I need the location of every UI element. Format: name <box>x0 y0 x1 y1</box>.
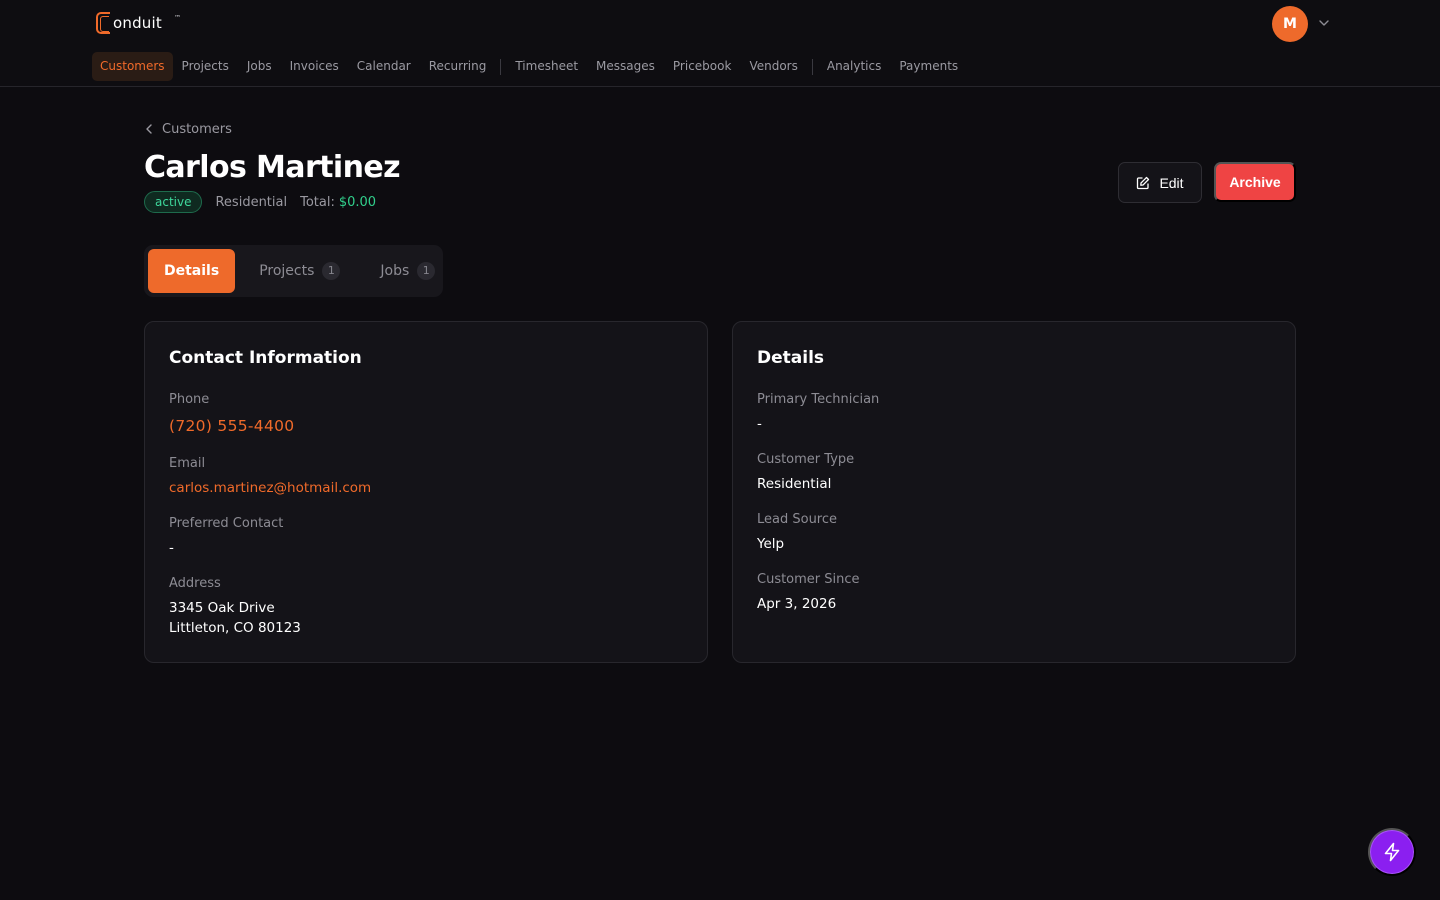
tab-projects[interactable]: Projects 1 <box>259 249 341 293</box>
preferred-contact-value: - <box>169 540 174 556</box>
tab-bar: Details Projects 1 Jobs 1 <box>144 245 443 297</box>
nav-item-customers[interactable]: Customers <box>92 52 173 81</box>
page-title: Carlos Martinez <box>144 150 401 185</box>
customer-type-value: Residential <box>757 476 832 492</box>
nav-item-jobs[interactable]: Jobs <box>238 52 281 81</box>
nav-item-projects[interactable]: Projects <box>173 52 238 81</box>
card-title: Contact Information <box>169 348 362 368</box>
tab-jobs[interactable]: Jobs 1 <box>380 249 436 293</box>
logo-trademark: ™ <box>173 14 181 22</box>
details-card: Details Primary Technician - Customer Ty… <box>732 321 1296 663</box>
nav-divider <box>811 58 813 75</box>
tab-projects-count: 1 <box>322 262 341 280</box>
email-link[interactable]: carlos.martinez@hotmail.com <box>169 480 371 496</box>
preferred-contact-label: Preferred Contact <box>169 516 284 531</box>
tab-details-label: Details <box>164 263 220 279</box>
nav-item-pricebook[interactable]: Pricebook <box>664 52 741 81</box>
nav-item-vendors[interactable]: Vendors <box>740 52 806 81</box>
tab-jobs-count: 1 <box>417 262 436 280</box>
address-line-2: Littleton, CO 80123 <box>169 620 301 636</box>
customer-meta: active Residential Total: $0.00 <box>144 191 376 213</box>
nav-item-messages[interactable]: Messages <box>587 52 664 81</box>
nav-item-calendar[interactable]: Calendar <box>348 52 420 81</box>
nav-item-invoices[interactable]: Invoices <box>281 52 348 81</box>
customer-since-label: Customer Since <box>757 572 860 587</box>
nav-item-timesheet[interactable]: Timesheet <box>506 52 587 81</box>
nav-item-analytics[interactable]: Analytics <box>818 52 891 81</box>
customer-since-value: Apr 3, 2026 <box>757 596 837 612</box>
assistant-fab-button[interactable] <box>1368 828 1416 876</box>
nav-divider <box>500 58 502 75</box>
total-label: Total: <box>300 194 335 210</box>
customer-type-label: Residential <box>215 194 288 210</box>
contact-information-card: Contact Information Phone (720) 555-4400… <box>144 321 708 663</box>
top-navigation-bar: onduit ™ M Customers Projects Jobs Invoi… <box>0 0 1440 87</box>
main-nav: Customers Projects Jobs Invoices Calenda… <box>92 52 967 81</box>
card-title: Details <box>757 348 825 368</box>
primary-technician-label: Primary Technician <box>757 392 880 407</box>
user-avatar[interactable]: M <box>1272 6 1308 42</box>
breadcrumb-back-link[interactable]: Customers <box>144 119 232 139</box>
edit-button[interactable]: Edit <box>1118 162 1202 203</box>
conduit-logo[interactable]: onduit ™ <box>96 12 181 36</box>
customer-type-field-label: Customer Type <box>757 452 855 467</box>
tab-details[interactable]: Details <box>148 249 236 293</box>
total-value: $0.00 <box>338 194 377 210</box>
breadcrumb-label: Customers <box>162 121 232 137</box>
phone-link[interactable]: (720) 555-4400 <box>169 417 294 435</box>
status-badge: active <box>144 191 203 213</box>
chevron-left-icon <box>146 124 152 134</box>
archive-button[interactable]: Archive <box>1214 162 1296 202</box>
tab-jobs-label: Jobs <box>380 263 410 279</box>
lead-source-value: Yelp <box>757 536 785 552</box>
logo-mark-icon <box>96 12 110 34</box>
address-line-1: 3345 Oak Drive <box>169 600 275 616</box>
tab-projects-label: Projects <box>259 263 315 279</box>
address-label: Address <box>169 576 221 591</box>
nav-item-recurring[interactable]: Recurring <box>420 52 496 81</box>
phone-label: Phone <box>169 392 210 407</box>
edit-icon <box>1137 176 1150 189</box>
edit-button-label: Edit <box>1159 174 1184 191</box>
lightning-icon <box>1384 842 1400 862</box>
email-label: Email <box>169 456 206 471</box>
primary-technician-value: - <box>757 416 762 432</box>
nav-item-payments[interactable]: Payments <box>890 52 967 81</box>
logo-text: onduit <box>113 14 162 32</box>
chevron-down-icon[interactable] <box>1317 16 1331 30</box>
lead-source-label: Lead Source <box>757 512 838 527</box>
